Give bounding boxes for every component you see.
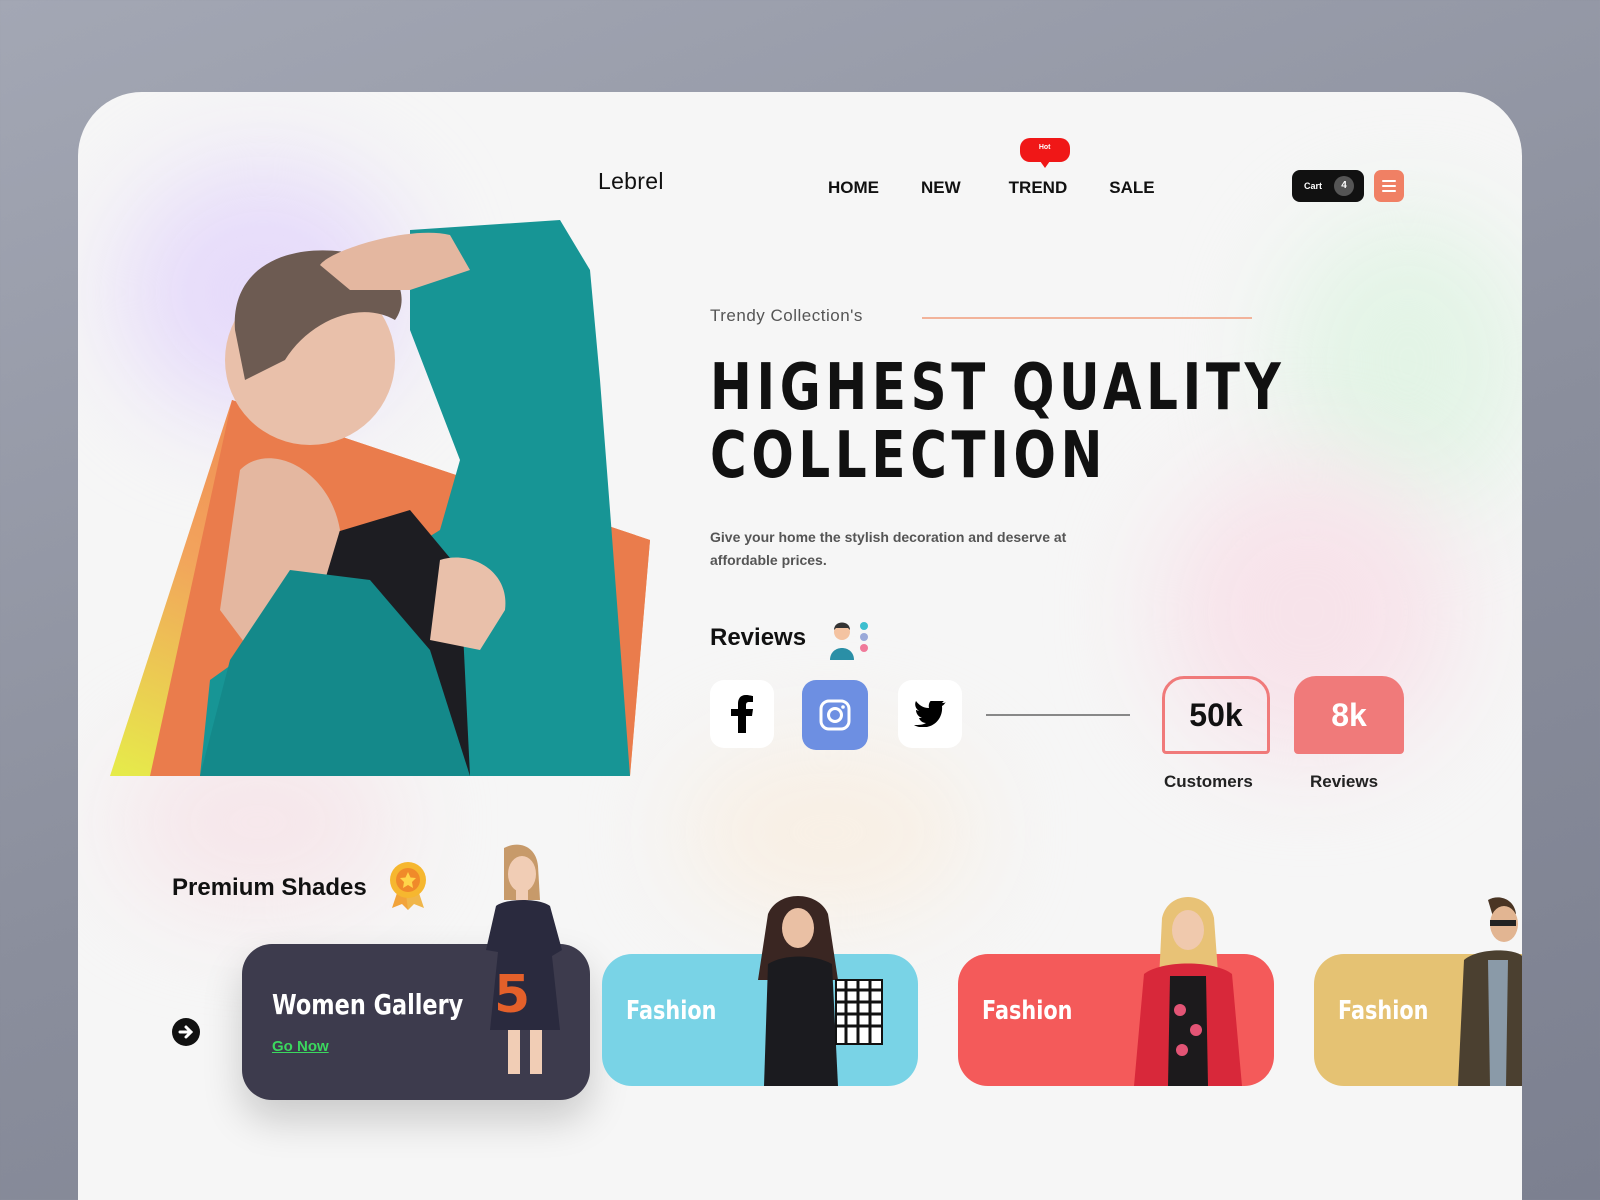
arrow-right-icon[interactable] bbox=[172, 1018, 200, 1046]
instagram-button[interactable] bbox=[802, 680, 868, 750]
instagram-icon bbox=[819, 699, 851, 731]
nav-home[interactable]: HOME bbox=[828, 178, 879, 198]
menu-icon bbox=[1382, 190, 1396, 192]
card-title: Fashion bbox=[1338, 996, 1429, 1026]
twitter-icon bbox=[914, 701, 946, 727]
nav-trend-label: TREND bbox=[1008, 178, 1068, 197]
menu-button[interactable] bbox=[1374, 170, 1404, 202]
hero-headline: HIGHEST QUALITY COLLECTION bbox=[710, 354, 1285, 490]
social-divider bbox=[986, 714, 1130, 716]
main-nav: HOME NEW Hot TREND SALE bbox=[828, 138, 1197, 198]
card-fashion-3[interactable]: Fashion bbox=[1314, 890, 1522, 1086]
go-now-link[interactable]: Go Now bbox=[272, 1038, 329, 1055]
menu-icon bbox=[1382, 185, 1396, 187]
twitter-button[interactable] bbox=[898, 680, 962, 748]
hero-headline-line2: COLLECTION bbox=[710, 419, 1108, 493]
card-fashion-1[interactable]: Fashion bbox=[602, 890, 918, 1086]
reviews-stat: 8k bbox=[1294, 676, 1404, 754]
card-fashion-2[interactable]: Fashion bbox=[958, 890, 1274, 1086]
hero-model-image bbox=[110, 220, 650, 776]
card-women-gallery[interactable]: 5 Women Gallery Go Now bbox=[242, 840, 590, 1100]
model-red-jacket-image bbox=[1134, 897, 1242, 1086]
cart-count-badge: 4 bbox=[1334, 176, 1354, 196]
model-shopping-bag-image bbox=[758, 896, 883, 1086]
card-title: Fashion bbox=[626, 996, 717, 1026]
brand-logo[interactable]: Lebrel bbox=[598, 168, 664, 195]
reviews-title: Reviews bbox=[710, 624, 807, 651]
svg-text:5: 5 bbox=[494, 965, 530, 1025]
cart-button[interactable]: Cart 4 bbox=[1292, 170, 1364, 202]
nav-sale[interactable]: SALE bbox=[1109, 178, 1154, 198]
card-title: Women Gallery bbox=[272, 988, 464, 1021]
nav-new[interactable]: NEW bbox=[921, 178, 961, 198]
hot-badge: Hot bbox=[1019, 138, 1070, 168]
reviews-label: Reviews bbox=[1310, 772, 1379, 791]
model-man-coat-image bbox=[1458, 897, 1522, 1086]
menu-icon bbox=[1382, 180, 1396, 182]
card-title: Fashion bbox=[982, 996, 1073, 1026]
hero-subtitle: Trendy Collection's bbox=[710, 306, 863, 325]
page-frame: Lebrel HOME NEW Hot TREND SALE Cart 4 Tr… bbox=[78, 92, 1522, 1200]
hero-subtitle-divider bbox=[922, 317, 1252, 319]
hero-headline-line1: HIGHEST QUALITY bbox=[710, 351, 1286, 425]
facebook-icon bbox=[731, 695, 753, 733]
hero-description: Give your home the stylish decoration an… bbox=[710, 529, 1067, 568]
customers-label: Customers bbox=[1164, 772, 1253, 791]
model-black-dress-image: 5 bbox=[486, 844, 562, 1074]
reviews-person-icon bbox=[830, 622, 868, 660]
customers-stat: 50k bbox=[1162, 676, 1270, 754]
facebook-button[interactable] bbox=[710, 680, 774, 748]
cart-label: Cart bbox=[1304, 181, 1323, 191]
nav-trend[interactable]: Hot TREND bbox=[1008, 138, 1070, 198]
